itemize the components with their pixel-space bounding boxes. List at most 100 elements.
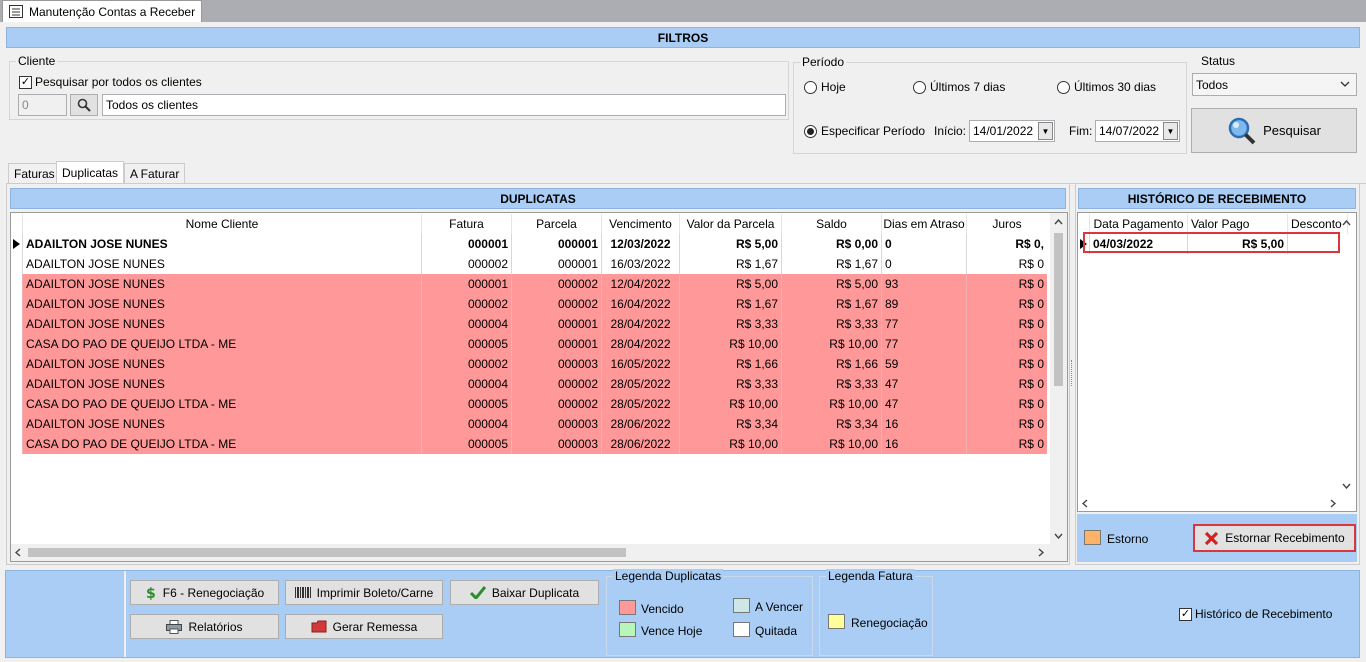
- vencimento-cell: 28/04/2022: [602, 334, 680, 354]
- table-row[interactable]: ADAILTON JOSE NUNES 000001 000002 12/04/202…: [11, 274, 1047, 294]
- gerar-remessa-button[interactable]: Gerar Remessa: [285, 614, 443, 639]
- checkmark-icon: [469, 586, 486, 599]
- baixar-duplicata-button[interactable]: Baixar Duplicata: [450, 580, 599, 605]
- horizontal-scrollbar[interactable]: [11, 544, 1067, 561]
- dias-atraso-cell: 0: [882, 234, 967, 254]
- legenda-fatura-title: Legenda Fatura: [826, 569, 915, 583]
- window-tab[interactable]: Manutenção Contas a Receber: [2, 0, 203, 22]
- client-name-input[interactable]: Todos os clientes: [102, 94, 786, 116]
- table-row[interactable]: ADAILTON JOSE NUNES 000004 000002 28/05/202…: [11, 374, 1047, 394]
- dias-atraso-cell: 0: [882, 254, 967, 274]
- fatura-cell: 000004: [422, 414, 512, 434]
- table-row[interactable]: CASA DO PAO DE QUEIJO LTDA - ME 000005 000…: [11, 434, 1047, 454]
- nome-cliente-cell: ADAILTON JOSE NUNES: [23, 254, 422, 274]
- fatura-cell: 000005: [422, 434, 512, 454]
- tab-duplicatas[interactable]: Duplicatas: [56, 161, 125, 183]
- vertical-scroll-thumb[interactable]: [1054, 233, 1063, 386]
- table-row[interactable]: ADAILTON JOSE NUNES 000004 000003 28/06/202…: [11, 414, 1047, 434]
- status-select[interactable]: Todos: [1192, 73, 1357, 96]
- sub-tabs: [6, 160, 1366, 184]
- juros-cell: R$ 0: [967, 434, 1047, 454]
- table-row[interactable]: ADAILTON JOSE NUNES 000002 000002 16/04/202…: [11, 294, 1047, 314]
- saldo-cell: R$ 5,00: [782, 274, 882, 294]
- radio-7-dias[interactable]: Últimos 7 dias: [913, 80, 1005, 94]
- col-desconto[interactable]: Desconto: [1288, 214, 1348, 234]
- dias-atraso-cell: 89: [882, 294, 967, 314]
- dias-atraso-cell: 47: [882, 394, 967, 414]
- vencimento-cell: 16/03/2022: [602, 254, 680, 274]
- col-data-pagamento[interactable]: Data Pagamento: [1090, 214, 1188, 234]
- row-selector: [11, 394, 23, 414]
- row-selector: [11, 254, 23, 274]
- table-row[interactable]: ADAILTON JOSE NUNES 000001 000001 12/03/202…: [11, 234, 1047, 254]
- col-nome-cliente[interactable]: Nome Cliente: [23, 214, 422, 234]
- relatorios-button[interactable]: Relatórios: [130, 614, 279, 639]
- saldo-cell: R$ 0,00: [782, 234, 882, 254]
- fatura-cell: 000001: [422, 234, 512, 254]
- col-vencimento[interactable]: Vencimento: [602, 214, 680, 234]
- row-selector: [11, 434, 23, 454]
- filters-header: FILTROS: [6, 27, 1360, 48]
- splitter-handle[interactable]: [1071, 360, 1074, 386]
- radio-circle: [1057, 80, 1070, 94]
- table-row[interactable]: ADAILTON JOSE NUNES 000004 000001 28/04/202…: [11, 314, 1047, 334]
- inicio-date-picker[interactable]: 14/01/2022 ▼: [969, 120, 1055, 142]
- client-search-button[interactable]: [70, 94, 98, 116]
- fim-date-picker[interactable]: 14/07/2022 ▼: [1095, 120, 1180, 142]
- duplicatas-grid[interactable]: Nome Cliente Fatura Parcela Vencimento V…: [10, 212, 1068, 562]
- chevron-up-icon: [1342, 220, 1351, 226]
- all-clients-checkbox[interactable]: ✓ Pesquisar por todos os clientes: [19, 75, 202, 89]
- valor-parcela-cell: R$ 10,00: [680, 394, 782, 414]
- historico-header: HISTÓRICO DE RECEBIMENTO: [1078, 188, 1356, 209]
- valor-parcela-cell: R$ 5,00: [680, 234, 782, 254]
- chevron-down-icon[interactable]: ▼: [1038, 122, 1053, 140]
- horizontal-scroll-thumb[interactable]: [28, 548, 626, 557]
- historico-checkbox[interactable]: ✓ Histórico de Recebimento: [1179, 607, 1332, 621]
- historico-grid[interactable]: Data Pagamento Valor Pago Desconto 04/03…: [1077, 212, 1357, 512]
- col-fatura[interactable]: Fatura: [422, 214, 512, 234]
- col-parcela[interactable]: Parcela: [512, 214, 602, 234]
- dias-atraso-cell: 59: [882, 354, 967, 374]
- table-row[interactable]: ADAILTON JOSE NUNES 000002 000001 16/03/202…: [11, 254, 1047, 274]
- valor-parcela-cell: R$ 3,33: [680, 314, 782, 334]
- nome-cliente-cell: ADAILTON JOSE NUNES: [23, 314, 422, 334]
- radio-hoje[interactable]: Hoje: [804, 80, 846, 94]
- fatura-cell: 000005: [422, 394, 512, 414]
- col-saldo[interactable]: Saldo: [782, 214, 882, 234]
- imprimir-boleto-button[interactable]: Imprimir Boleto/Carne: [285, 580, 443, 605]
- row-selector-header: [1078, 214, 1090, 234]
- dias-atraso-cell: 93: [882, 274, 967, 294]
- table-row[interactable]: CASA DO PAO DE QUEIJO LTDA - ME 000005 000…: [11, 394, 1047, 414]
- radio-circle: [913, 80, 926, 94]
- nome-cliente-cell: ADAILTON JOSE NUNES: [23, 294, 422, 314]
- legenda-duplicatas-title: Legenda Duplicatas: [613, 569, 724, 583]
- client-code-input[interactable]: 0: [18, 94, 67, 116]
- estornar-recebimento-button[interactable]: Estornar Recebimento: [1193, 524, 1356, 552]
- table-row[interactable]: ADAILTON JOSE NUNES 000002 000003 16/05/202…: [11, 354, 1047, 374]
- renegociacao-button[interactable]: $ F6 - Renegociação: [130, 580, 279, 605]
- radio-especificar-label: Especificar Período: [821, 124, 926, 138]
- table-row[interactable]: CASA DO PAO DE QUEIJO LTDA - ME 000005 000…: [11, 334, 1047, 354]
- tab-faturas[interactable]: Faturas: [8, 163, 61, 183]
- radio-especificar[interactable]: Especificar Período: [804, 124, 925, 138]
- fim-label: Fim:: [1069, 124, 1093, 138]
- parcela-cell: 000003: [512, 434, 602, 454]
- saldo-cell: R$ 10,00: [782, 394, 882, 414]
- quitada-swatch: [733, 622, 750, 637]
- vertical-scrollbar[interactable]: [1050, 213, 1067, 545]
- window-tab-title: Manutenção Contas a Receber: [29, 4, 196, 19]
- dias-atraso-cell: 16: [882, 434, 967, 454]
- valor-parcela-cell: R$ 10,00: [680, 434, 782, 454]
- col-valor-pago[interactable]: Valor Pago: [1188, 214, 1288, 234]
- col-juros[interactable]: Juros: [967, 214, 1047, 234]
- pesquisar-button[interactable]: Pesquisar: [1191, 108, 1357, 153]
- inicio-value: 14/01/2022: [973, 124, 1034, 138]
- col-dias-atraso[interactable]: Dias em Atraso: [882, 214, 967, 234]
- cliente-group: Cliente ✓ Pesquisar por todos os cliente…: [9, 54, 789, 120]
- col-valor-parcela[interactable]: Valor da Parcela: [680, 214, 782, 234]
- tab-a-faturar[interactable]: A Faturar: [124, 163, 186, 183]
- radio-30-dias[interactable]: Últimos 30 dias: [1057, 80, 1156, 94]
- chevron-down-icon[interactable]: ▼: [1163, 122, 1178, 140]
- row-selector: [11, 374, 23, 394]
- juros-cell: R$ 0: [967, 374, 1047, 394]
